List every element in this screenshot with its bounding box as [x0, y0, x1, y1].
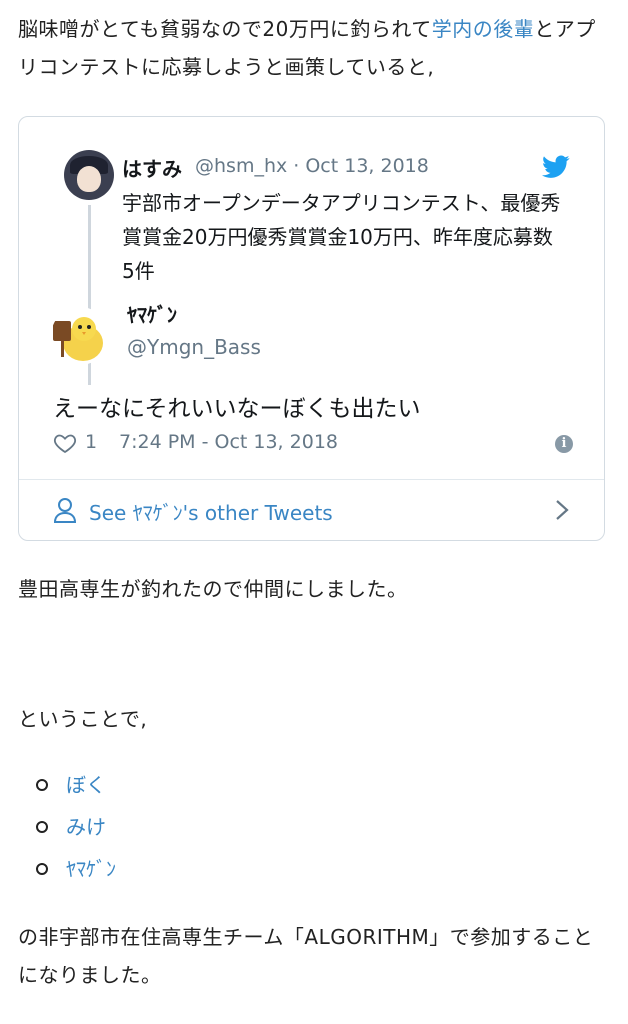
- like-count: 1: [85, 431, 98, 453]
- bullet-icon: [36, 821, 48, 833]
- reply-author-handle[interactable]: @Ymgn_Bass: [127, 335, 261, 359]
- person-icon: [53, 498, 77, 523]
- reply-author-name[interactable]: ﾔﾏｹﾞﾝ: [127, 299, 177, 328]
- member-link-ymgn[interactable]: ﾔﾏｹﾞﾝ: [66, 857, 116, 881]
- embedded-tweet[interactable]: はすみ @hsm_hx · Oct 13, 2018 宇部市オープンデータアプリ…: [18, 116, 605, 541]
- bullet-icon: [36, 779, 48, 791]
- member-list: ぼく みけ ﾔﾏｹﾞﾝ: [36, 764, 116, 890]
- list-item: ﾔﾏｹﾞﾝ: [36, 848, 116, 890]
- intro-text-before: 脳味噌がとても貧弱なので20万円に釣られて: [18, 17, 432, 41]
- member-link-boku[interactable]: ぼく: [66, 773, 106, 797]
- quoted-tweet-text: 宇部市オープンデータアプリコンテスト、最優秀賞賞金20万円優秀賞賞金10万円、昨…: [122, 191, 561, 283]
- member-link-mike[interactable]: みけ: [66, 815, 106, 839]
- bullet-icon: [36, 863, 48, 875]
- see-other-tweets-link[interactable]: See ﾔﾏｹﾞﾝ's other Tweets: [53, 495, 570, 527]
- reply-tweet-text: えーなにそれいいなーぼくも出たい: [53, 396, 421, 422]
- paragraph-so: ということで,: [18, 707, 148, 731]
- see-other-tweets-label[interactable]: See ﾔﾏｹﾞﾝ's other Tweets: [89, 497, 333, 526]
- card-divider: [19, 479, 604, 480]
- heart-icon[interactable]: [53, 431, 77, 455]
- paragraph-team: の非宇部市在住高専生チーム「ALGORITHM」で参加することになりました。: [18, 925, 594, 987]
- intro-paragraph: 脳味噌がとても貧弱なので20万円に釣られて学内の後輩とアプリコンテストに応募しよ…: [18, 10, 610, 86]
- hasumi-avatar[interactable]: [64, 150, 114, 200]
- chevron-right-icon[interactable]: [554, 497, 570, 523]
- list-item: ぼく: [36, 764, 116, 806]
- tweet-timestamp[interactable]: 7:24 PM - Oct 13, 2018: [119, 431, 338, 453]
- info-icon[interactable]: i: [555, 435, 573, 453]
- quoted-author-meta[interactable]: @hsm_hx · Oct 13, 2018: [195, 155, 429, 177]
- quoted-author-name[interactable]: はすみ: [122, 153, 182, 182]
- bird-icon[interactable]: [542, 155, 570, 179]
- kouhai-link[interactable]: 学内の後輩: [432, 17, 535, 41]
- paragraph-recruit: 豊田高専生が釣れたので仲間にしました。: [18, 577, 408, 601]
- tweet-stats: 1 7:24 PM - Oct 13, 2018 i: [53, 431, 573, 461]
- list-item: みけ: [36, 806, 116, 848]
- ymgn-avatar[interactable]: [51, 307, 109, 365]
